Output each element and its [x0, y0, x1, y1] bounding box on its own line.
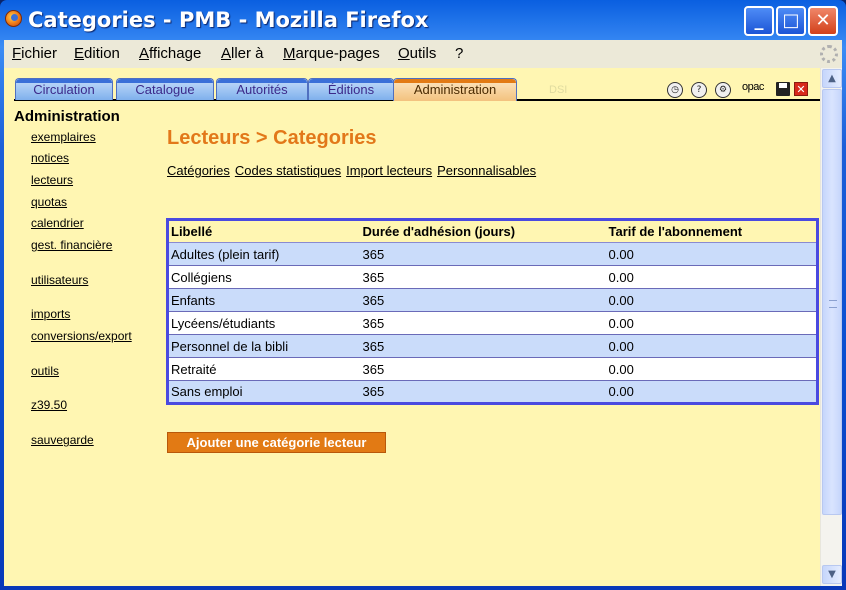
scroll-thumb[interactable] [822, 89, 842, 515]
cell-duree: 365 [360, 265, 607, 289]
header-libelle: Libellé [167, 219, 361, 243]
window-title: Categories - PMB - Mozilla Firefox [28, 8, 429, 32]
ghost-tab-dsi[interactable]: DSI [549, 84, 567, 96]
cell-duree: 365 [360, 357, 607, 381]
table-row[interactable]: Collégiens 365 0.00 [167, 265, 818, 289]
sidebar-item-imports[interactable]: imports [31, 307, 70, 321]
cell-tarif: 0.00 [606, 380, 818, 404]
cell-duree: 365 [360, 242, 607, 266]
sidebar-item-lecteurs[interactable]: lecteurs [31, 173, 73, 187]
menu-marque-pages[interactable]: Marque-pages [283, 45, 380, 62]
scroll-up-button[interactable]: ▲ [822, 69, 842, 88]
cell-tarif: 0.00 [606, 265, 818, 289]
table-row[interactable]: Adultes (plein tarif) 365 0.00 [167, 242, 818, 266]
sidebar-item-gest-financiere[interactable]: gest. financière [31, 238, 112, 252]
firefox-icon [5, 10, 22, 27]
settings-icon[interactable]: ⚙ [715, 82, 731, 98]
link-categories[interactable]: Catégories [167, 163, 230, 178]
grip-icon [829, 300, 837, 308]
opac-icon[interactable]: opac [742, 81, 764, 93]
menu-affichage[interactable]: Affichage [139, 45, 201, 62]
save-icon[interactable] [776, 82, 790, 96]
sidebar-item-calendrier[interactable]: calendrier [31, 216, 84, 230]
table-row[interactable]: Retraité 365 0.00 [167, 357, 818, 381]
page-content: Circulation Catalogue Autorités Éditions… [4, 68, 820, 586]
tab-label: Autorités [236, 82, 288, 97]
sidebar-item-notices[interactable]: notices [31, 151, 69, 165]
categories-table: Libellé Durée d'adhésion (jours) Tarif d… [166, 218, 819, 405]
table-row[interactable]: Enfants 365 0.00 [167, 288, 818, 312]
header-duree: Durée d'adhésion (jours) [360, 219, 607, 243]
sidebar-item-quotas[interactable]: quotas [31, 195, 67, 209]
menu-edition[interactable]: Edition [74, 45, 120, 62]
add-category-button[interactable]: Ajouter une catégorie lecteur [167, 432, 386, 453]
table-row[interactable]: Personnel de la bibli 365 0.00 [167, 334, 818, 358]
sidebar-item-exemplaires[interactable]: exemplaires [31, 130, 96, 144]
cell-tarif: 0.00 [606, 288, 818, 312]
tab-label: Circulation [33, 82, 95, 97]
cell-duree: 365 [360, 380, 607, 404]
tab-label: Éditions [327, 82, 375, 97]
tab-label: Administration [413, 82, 497, 97]
throbber-icon [820, 45, 838, 63]
vertical-scrollbar[interactable]: ▲ ▼ [820, 68, 842, 586]
cell-libelle: Personnel de la bibli [167, 334, 361, 358]
tab-autorites[interactable]: Autorités [216, 78, 308, 100]
table-header-row: Libellé Durée d'adhésion (jours) Tarif d… [167, 219, 818, 243]
cell-tarif: 0.00 [606, 334, 818, 358]
maximize-button[interactable]: □ [776, 6, 806, 36]
cell-duree: 365 [360, 288, 607, 312]
tab-administration[interactable]: Administration [393, 78, 517, 101]
close-icon[interactable]: ✕ [794, 82, 808, 96]
clock-icon[interactable]: ◷ [667, 82, 683, 98]
help-icon[interactable]: ? [691, 82, 707, 98]
sidebar-item-z3950[interactable]: z39.50 [31, 398, 67, 412]
cell-libelle: Enfants [167, 288, 361, 312]
table-row[interactable]: Lycéens/étudiants 365 0.00 [167, 311, 818, 335]
tab-editions[interactable]: Éditions [308, 78, 394, 100]
link-import-lecteurs[interactable]: Import lecteurs [346, 163, 432, 178]
menu-help[interactable]: ? [455, 45, 463, 62]
link-personnalisables[interactable]: Personnalisables [437, 163, 536, 178]
cell-libelle: Adultes (plein tarif) [167, 242, 361, 266]
cell-libelle: Sans emploi [167, 380, 361, 404]
menu-bar: Fichier Edition Affichage Aller à Marque… [4, 40, 842, 68]
close-window-button[interactable]: ✕ [808, 6, 838, 36]
scroll-down-button[interactable]: ▼ [822, 565, 842, 584]
menu-outils[interactable]: Outils [398, 45, 436, 62]
sub-navigation: Catégories Codes statistiques Import lecte… [167, 163, 541, 178]
header-tarif: Tarif de l'abonnement [606, 219, 818, 243]
sidebar-item-sauvegarde[interactable]: sauvegarde [31, 433, 94, 447]
tab-label: Catalogue [135, 82, 195, 97]
sidebar-item-conversions-export[interactable]: conversions/export [31, 329, 132, 343]
cell-libelle: Collégiens [167, 265, 361, 289]
table-row[interactable]: Sans emploi 365 0.00 [167, 380, 818, 404]
tab-catalogue[interactable]: Catalogue [116, 78, 214, 100]
cell-duree: 365 [360, 311, 607, 335]
sidebar-item-outils[interactable]: outils [31, 364, 59, 378]
tab-circulation[interactable]: Circulation [15, 78, 113, 100]
link-codes-statistiques[interactable]: Codes statistiques [235, 163, 341, 178]
sidebar-item-utilisateurs[interactable]: utilisateurs [31, 273, 88, 287]
cell-tarif: 0.00 [606, 242, 818, 266]
sidebar-title: Administration [14, 108, 120, 125]
page-title: Lecteurs > Categories [167, 127, 377, 149]
minimize-button[interactable]: _ [744, 6, 774, 36]
cell-tarif: 0.00 [606, 357, 818, 381]
cell-duree: 365 [360, 334, 607, 358]
menu-aller-a[interactable]: Aller à [221, 45, 264, 62]
cell-libelle: Lycéens/étudiants [167, 311, 361, 335]
cell-tarif: 0.00 [606, 311, 818, 335]
menu-fichier[interactable]: Fichier [12, 45, 57, 62]
cell-libelle: Retraité [167, 357, 361, 381]
title-bar: Categories - PMB - Mozilla Firefox _ □ ✕ [0, 0, 846, 40]
browser-window: Categories - PMB - Mozilla Firefox _ □ ✕… [0, 0, 846, 590]
